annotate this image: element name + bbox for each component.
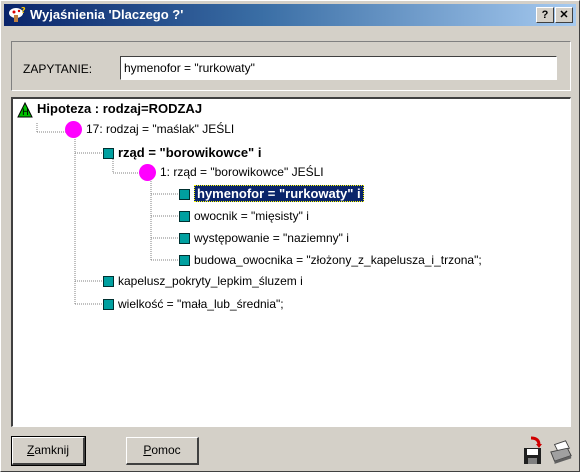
tree-node-rule-1[interactable]: 1: rząd = "borowikowce" JEŚLI	[139, 164, 324, 182]
window-title: Wyjaśnienia 'Dlaczego ?'	[30, 7, 184, 22]
tree-node-label: kapelusz_pokryty_lepkim_śluzem i	[118, 274, 303, 288]
tree-node-label: 17: rodzaj = "maślak" JEŚLI	[86, 122, 235, 136]
explanation-tree-panel[interactable]: H Hipoteza : rodzaj=RODZAJ 17: rodzaj = …	[11, 97, 571, 427]
tree-node-label: rząd = "borowikowce" i	[118, 145, 262, 160]
close-button[interactable]: Zamknij	[11, 436, 86, 466]
condition-node-icon	[103, 299, 114, 311]
close-button-label: amknij	[34, 443, 70, 457]
query-label: ZAPYTANIE:	[23, 62, 93, 76]
rule-node-icon	[65, 121, 82, 139]
condition-node-icon	[179, 211, 190, 223]
tree-node-rule-17[interactable]: 17: rodzaj = "maślak" JEŚLI	[65, 121, 235, 139]
help-button-label: omoc	[151, 443, 181, 457]
tree-node-label: 1: rząd = "borowikowce" JEŚLI	[160, 165, 324, 179]
svg-text:H: H	[22, 108, 29, 118]
save-disk-icon[interactable]	[521, 436, 545, 466]
tree-node-label: wielkość = "mała_lub_średnia";	[118, 297, 284, 311]
tree-node-label: budowa_owocnika = "złożony_z_kapelusza_i…	[194, 253, 482, 267]
tree-node-kapelusz[interactable]: kapelusz_pokryty_lepkim_śluzem i	[103, 273, 303, 289]
condition-node-icon	[103, 148, 114, 160]
tree-node-rzad[interactable]: rząd = "borowikowce" i	[103, 145, 261, 161]
title-bar[interactable]: ? Wyjaśnienia 'Dlaczego ?' ? ✕	[4, 4, 576, 26]
query-field[interactable]: hymenofor = "rurkowaty"	[120, 56, 557, 80]
tree-node-owocnik[interactable]: owocnik = "mięsisty" i	[179, 208, 309, 224]
query-panel: ZAPYTANIE: hymenofor = "rurkowaty"	[11, 41, 571, 91]
tree-node-wielkosc[interactable]: wielkość = "mała_lub_średnia";	[103, 296, 284, 312]
printer-icon[interactable]	[549, 436, 573, 466]
tree-node-wystepowanie[interactable]: występowanie = "naziemny" i	[179, 230, 349, 246]
tree-node-hymenofor[interactable]: hymenofor = "rurkowaty" i	[179, 185, 364, 202]
condition-node-icon	[179, 255, 190, 267]
help-title-button[interactable]: ?	[536, 7, 554, 23]
explanation-window: ? Wyjaśnienia 'Dlaczego ?' ? ✕ ZAPYTANIE…	[0, 0, 580, 472]
help-button[interactable]: Pomoc	[126, 437, 199, 465]
hypothesis-icon: H	[17, 101, 33, 118]
mushroom-icon: ?	[9, 6, 26, 22]
tree-node-budowa[interactable]: budowa_owocnika = "złożony_z_kapelusza_i…	[179, 252, 482, 268]
explanation-tree[interactable]: H Hipoteza : rodzaj=RODZAJ 17: rodzaj = …	[13, 99, 569, 425]
rule-node-icon	[139, 164, 156, 182]
condition-node-icon	[103, 276, 114, 288]
condition-node-icon	[179, 189, 190, 201]
tree-node-label: Hipoteza : rodzaj=RODZAJ	[37, 101, 203, 116]
close-title-button[interactable]: ✕	[555, 7, 573, 23]
tree-node-label-selected: hymenofor = "rurkowaty" i	[194, 185, 364, 202]
tree-node-label: owocnik = "mięsisty" i	[194, 209, 309, 223]
svg-text:?: ?	[21, 6, 26, 15]
tree-node-label: występowanie = "naziemny" i	[194, 231, 349, 245]
tree-node-hypothesis[interactable]: H Hipoteza : rodzaj=RODZAJ	[17, 101, 202, 118]
condition-node-icon	[179, 233, 190, 245]
